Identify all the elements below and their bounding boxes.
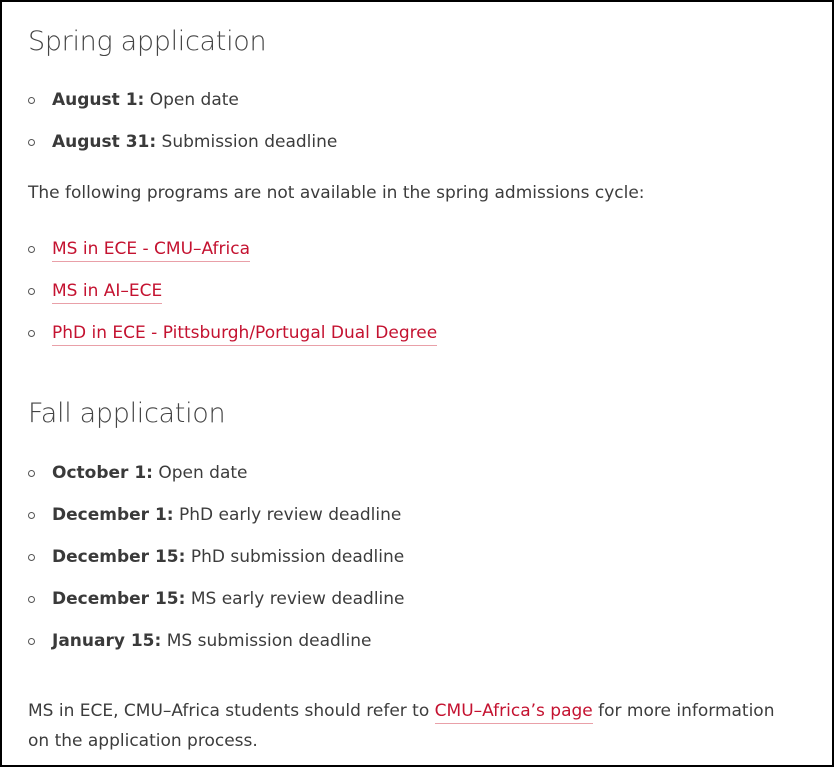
program-link[interactable]: MS in ECE - CMU–Africa (52, 239, 251, 262)
bullet-icon (28, 470, 35, 477)
spring-note: The following programs are not available… (28, 183, 645, 203)
list-item: MS in ECE - CMU–Africa (28, 239, 437, 281)
bullet-icon (28, 246, 35, 253)
list-item: December 1: PhD early review deadline (28, 505, 405, 547)
bullet-icon (28, 638, 35, 645)
date-label: December 15: (52, 547, 186, 567)
list-item: December 15: PhD submission deadline (28, 547, 405, 589)
date-label: December 15: (52, 589, 186, 609)
list-item: January 15: MS submission deadline (28, 631, 405, 673)
date-text: Submission deadline (156, 132, 338, 152)
date-label: October 1: (52, 463, 153, 483)
date-text: Open date (144, 90, 239, 110)
spring-programs-list: MS in ECE - CMU–Africa MS in AI–ECE PhD … (28, 239, 438, 365)
program-link[interactable]: PhD in ECE - Pittsburgh/Portugal Dual De… (52, 323, 438, 346)
list-item: August 1: Open date (28, 90, 337, 132)
footer-text: MS in ECE, CMU–Africa students should re… (28, 701, 435, 721)
date-label: January 15: (52, 631, 162, 651)
list-item: PhD in ECE - Pittsburgh/Portugal Dual De… (28, 323, 438, 365)
spring-dates-list: August 1: Open date August 31: Submissio… (28, 90, 337, 174)
bullet-icon (28, 139, 35, 146)
date-text: MS early review deadline (185, 589, 405, 609)
footer-text-after: for more information (592, 701, 775, 721)
date-label: August 1: (52, 90, 145, 110)
date-label: August 31: (52, 132, 157, 152)
list-item: August 31: Submission deadline (28, 132, 337, 174)
list-item: October 1: Open date (28, 463, 405, 505)
program-link[interactable]: MS in AI–ECE (52, 281, 163, 304)
bullet-icon (28, 288, 35, 295)
bullet-icon (28, 596, 35, 603)
list-item: MS in AI–ECE (28, 281, 437, 323)
list-item: December 15: MS early review deadline (28, 589, 405, 631)
date-text: PhD submission deadline (185, 547, 405, 567)
page-frame: Spring application August 1: Open date A… (0, 0, 834, 767)
bullet-icon (28, 97, 35, 104)
bullet-icon (28, 330, 35, 337)
fall-dates-list: October 1: Open date December 1: PhD ear… (28, 463, 405, 673)
bullet-icon (28, 554, 35, 561)
footer-text-line2: on the application process. (28, 731, 258, 751)
date-text: MS submission deadline (161, 631, 372, 651)
date-text: Open date (152, 463, 248, 483)
cmu-africa-page-link[interactable]: CMU–Africa’s page (434, 701, 593, 724)
footer-paragraph: MS in ECE, CMU–Africa students should re… (28, 696, 775, 756)
bullet-icon (28, 512, 35, 519)
date-label: December 1: (52, 505, 174, 525)
date-text: PhD early review deadline (173, 505, 402, 525)
spring-heading: Spring application (28, 26, 267, 57)
fall-heading: Fall application (28, 398, 226, 429)
